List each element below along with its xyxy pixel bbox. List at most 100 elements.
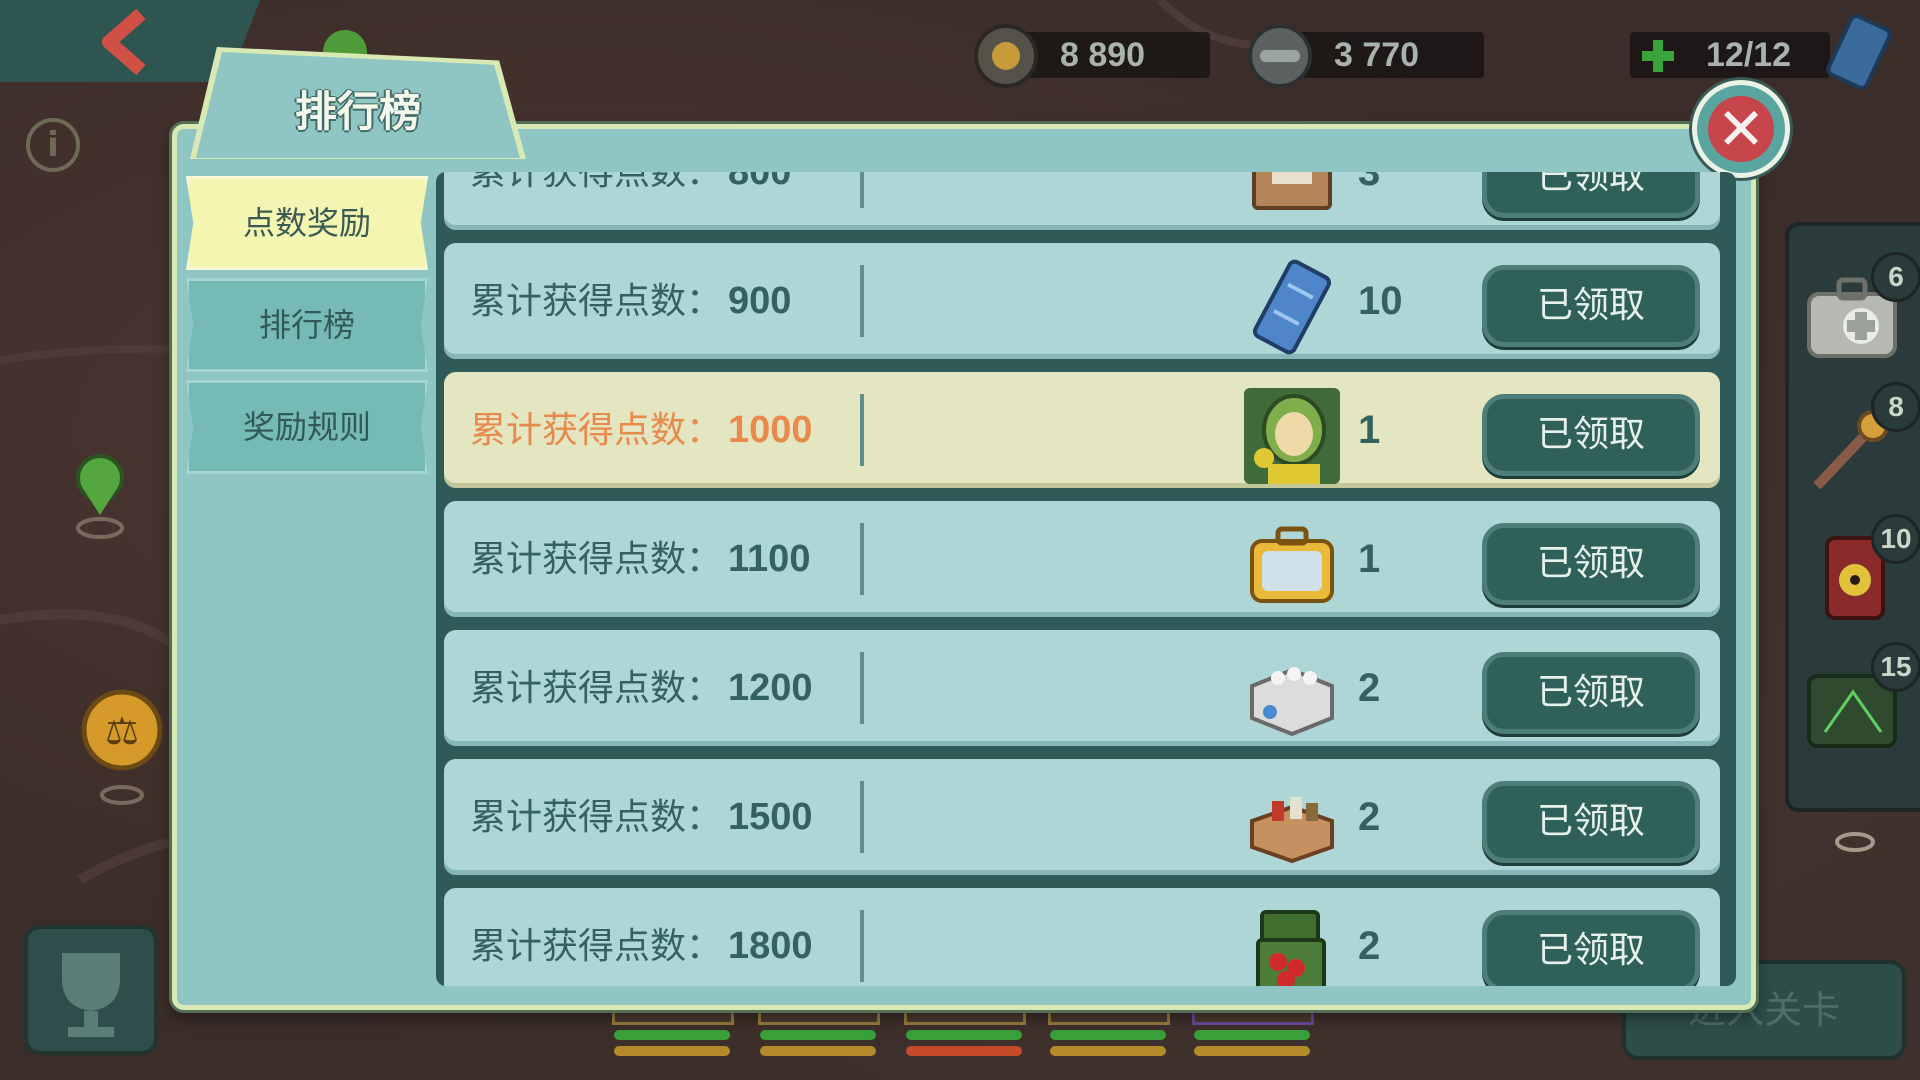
rad-bar [760, 1046, 876, 1056]
health-bar [1050, 1030, 1166, 1040]
radar-slot[interactable]: 15 [1803, 642, 1920, 766]
points-threshold-label: 累计获得点数： 800 [470, 172, 791, 230]
claimed-button[interactable]: 已领取 [1482, 781, 1700, 863]
reward-quantity: 2 [1358, 924, 1381, 968]
points-threshold-label: 累计获得点数： 1000 [470, 372, 813, 488]
vault-boy-hazmat-icon [1244, 388, 1340, 484]
reward-row: 累计获得点数： 800 3 已领取 [444, 172, 1720, 230]
reward-quantity: 1 [1358, 537, 1381, 581]
info-icon[interactable]: i [26, 118, 80, 172]
claimed-button[interactable]: 已领取 [1482, 910, 1700, 986]
gear-resource-counter: 8 890 [974, 24, 1210, 88]
health-bar [760, 1030, 876, 1040]
water-crate-icon [1250, 667, 1334, 737]
reward-list[interactable]: 累计获得点数： 800 3 已领取 累计获得点数： 900 10 已领取 累计获得点数： 1000… [436, 172, 1736, 986]
rad-bar [1194, 1046, 1310, 1056]
dweller-counter: 12/12 [1630, 32, 1830, 78]
inventory-drawer: 6 8 10 15 [1785, 222, 1920, 812]
dialog-title: 排行榜 [294, 87, 421, 136]
reward-quantity: 3 [1358, 172, 1381, 194]
trophy-icon [62, 953, 120, 1037]
stimpak-slot[interactable]: 6 [1803, 252, 1920, 376]
points-threshold-value: 1200 [728, 667, 813, 709]
points-threshold-value: 1500 [728, 796, 813, 838]
health-bar [1194, 1030, 1310, 1040]
map-pin-green-marker[interactable] [76, 454, 124, 539]
tab-points-reward[interactable]: 点数奖励 [186, 176, 428, 270]
points-threshold-label: 累计获得点数： 1500 [470, 759, 813, 875]
claimed-button[interactable]: 已领取 [1482, 172, 1700, 218]
lunchbox-icon [1250, 526, 1334, 603]
radaway-count-badge: 10 [1871, 514, 1920, 564]
points-threshold-text: 累计获得点数： [470, 172, 723, 193]
row-divider [860, 910, 864, 982]
row-divider [860, 394, 864, 466]
chevron-left-icon [102, 8, 146, 76]
row-divider [860, 652, 864, 724]
close-button[interactable]: ✕ [1692, 80, 1790, 178]
points-threshold-value: 1100 [728, 538, 811, 580]
points-threshold-label: 累计获得点数： 1800 [470, 888, 813, 986]
row-divider [860, 781, 864, 853]
claimed-button[interactable]: 已领取 [1482, 265, 1700, 347]
rad-bar [1050, 1046, 1166, 1056]
food-box-icon [1250, 797, 1334, 864]
bottle-cap-icon [1248, 24, 1312, 88]
radaway-slot[interactable]: 10 [1803, 514, 1920, 638]
gear-resource-icon [974, 24, 1038, 88]
gear-resource-value: 8 890 [1060, 36, 1146, 74]
tab-reward-rules[interactable]: 奖励规则 [186, 380, 428, 474]
dweller-count-value: 12/12 [1706, 36, 1792, 74]
syringe-count-badge: 8 [1871, 382, 1920, 432]
claimed-button[interactable]: 已领取 [1482, 652, 1700, 734]
ticket-top-icon[interactable] [1824, 14, 1894, 90]
trophy-button[interactable] [24, 925, 158, 1055]
reward-quantity: 10 [1358, 279, 1403, 323]
health-bar [614, 1030, 730, 1040]
rad-bar [614, 1046, 730, 1056]
points-threshold-label: 累计获得点数： 900 [470, 243, 791, 359]
points-threshold-text: 累计获得点数： [470, 539, 723, 580]
points-threshold-label: 累计获得点数： 1100 [470, 501, 810, 617]
reward-row: 累计获得点数： 1100 1 已领取 [444, 501, 1720, 617]
claimed-button[interactable]: 已领取 [1482, 523, 1700, 605]
ticket-icon [1252, 259, 1332, 355]
stimpak-count-badge: 6 [1871, 252, 1920, 302]
points-threshold-text: 累计获得点数： [470, 281, 723, 322]
reward-quantity: 2 [1358, 666, 1381, 710]
points-threshold-text: 累计获得点数： [470, 926, 723, 967]
row-divider [860, 523, 864, 595]
close-icon: ✕ [1708, 96, 1774, 162]
health-bar [906, 1030, 1022, 1040]
tab-leaderboard[interactable]: 排行榜 [186, 278, 428, 372]
map-pin-scale-marker[interactable]: ⚖ [81, 689, 163, 805]
points-threshold-value: 800 [728, 172, 792, 193]
row-divider [860, 265, 864, 337]
reward-row: 累计获得点数： 1000 1 已领取 [444, 372, 1720, 488]
points-threshold-text: 累计获得点数： [470, 410, 723, 451]
svg-text:⚖: ⚖ [105, 709, 139, 753]
reward-row: 累计获得点数： 1800 2 已领取 [444, 888, 1720, 986]
nuka-crate-icon [1256, 910, 1326, 986]
crate-icon [1252, 172, 1332, 210]
points-threshold-value: 1000 [728, 409, 813, 451]
radar-count-badge: 15 [1871, 642, 1920, 692]
points-threshold-value: 900 [728, 280, 792, 322]
reward-quantity: 2 [1358, 795, 1381, 839]
reward-row: 累计获得点数： 1200 2 已领取 [444, 630, 1720, 746]
reward-quantity: 1 [1358, 408, 1381, 452]
points-threshold-value: 1800 [728, 925, 813, 967]
cap-resource-counter: 3 770 [1248, 24, 1484, 88]
points-threshold-text: 累计获得点数： [470, 797, 723, 838]
rad-bar [906, 1046, 1022, 1056]
syringe-slot[interactable]: 8 [1803, 382, 1920, 506]
map-pin-bottom-right-marker[interactable] [1835, 832, 1875, 852]
points-threshold-text: 累计获得点数： [470, 668, 723, 709]
claimed-button[interactable]: 已领取 [1482, 394, 1700, 476]
reward-row: 累计获得点数： 1500 2 已领取 [444, 759, 1720, 875]
plus-icon[interactable] [1640, 38, 1676, 74]
cap-resource-value: 3 770 [1334, 36, 1420, 74]
points-threshold-label: 累计获得点数： 1200 [470, 630, 813, 746]
row-divider [860, 172, 864, 208]
reward-row: 累计获得点数： 900 10 已领取 [444, 243, 1720, 359]
